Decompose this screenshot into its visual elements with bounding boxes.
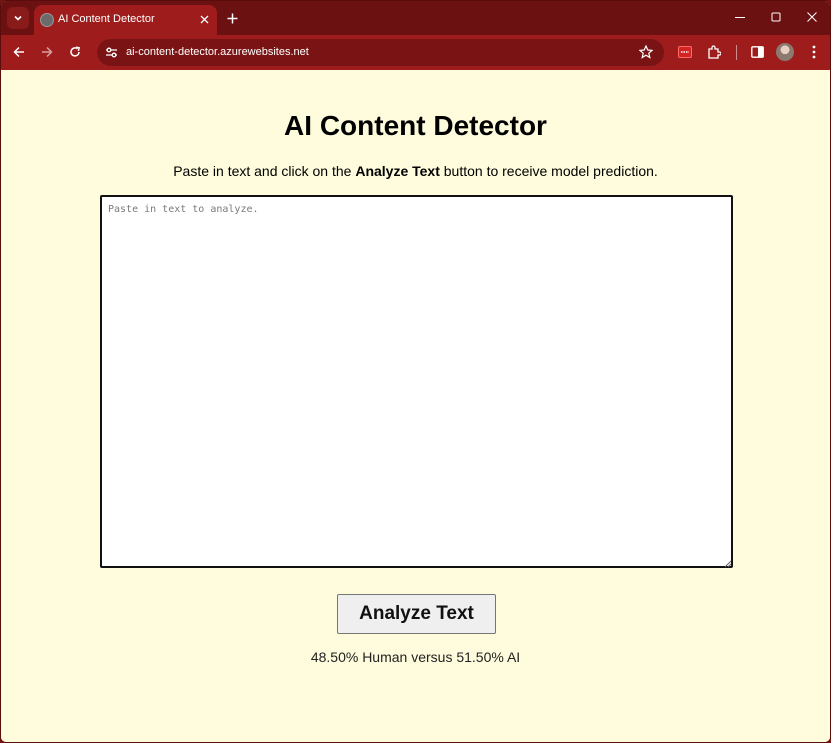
profile-avatar[interactable] <box>776 43 794 61</box>
minimize-button[interactable] <box>729 7 751 27</box>
extension-button[interactable] <box>674 41 696 63</box>
tab-strip: AI Content Detector <box>1 1 830 35</box>
prediction-result: 48.50% Human versus 51.50% AI <box>310 649 521 665</box>
toolbar-divider <box>736 45 737 60</box>
side-panel-icon <box>750 46 764 58</box>
page-title: AI Content Detector <box>284 110 547 141</box>
close-window-button[interactable] <box>801 7 823 27</box>
new-tab-button[interactable] <box>223 9 241 27</box>
side-panel-button[interactable] <box>746 41 768 63</box>
tab-search-button[interactable] <box>7 7 29 29</box>
globe-icon <box>40 13 54 27</box>
minimize-icon <box>735 17 745 18</box>
browser-menu-button[interactable] <box>803 41 825 63</box>
arrow-left-icon <box>13 46 24 58</box>
maximize-icon <box>771 12 781 22</box>
address-bar[interactable]: ai-content-detector.azurewebsites.net <box>97 39 664 66</box>
extension-icon <box>678 46 692 58</box>
page-content: AI Content Detector Paste in text and cl… <box>1 70 830 742</box>
reload-button[interactable] <box>64 41 86 63</box>
chevron-down-icon <box>14 15 22 21</box>
subtitle-text-before: Paste in text and click on the <box>173 163 356 179</box>
maximize-button[interactable] <box>765 7 787 27</box>
tab-close-button[interactable] <box>195 10 213 28</box>
close-icon <box>807 12 817 22</box>
back-button[interactable] <box>8 41 30 63</box>
bookmark-button[interactable] <box>638 44 654 64</box>
tab-active[interactable]: AI Content Detector <box>34 5 217 35</box>
plus-icon <box>227 13 237 23</box>
extensions-menu-button[interactable] <box>703 41 725 63</box>
url-text: ai-content-detector.azurewebsites.net <box>126 46 309 58</box>
tune-icon <box>106 47 117 58</box>
forward-button[interactable] <box>36 41 58 63</box>
arrow-right-icon <box>42 46 53 58</box>
tab-title: AI Content Detector <box>58 13 155 25</box>
site-info-button[interactable] <box>105 46 118 64</box>
star-icon <box>638 44 654 59</box>
kebab-menu-icon <box>812 45 816 59</box>
puzzle-icon <box>708 45 721 59</box>
subtitle-text-bold: Analyze Text <box>355 163 440 179</box>
page-subtitle: Paste in text and click on the Analyze T… <box>1 163 830 179</box>
analyze-text-button[interactable]: Analyze Text <box>337 594 496 634</box>
browser-toolbar: ai-content-detector.azurewebsites.net <box>1 35 830 70</box>
subtitle-text-after: button to receive model prediction. <box>439 163 658 179</box>
text-input[interactable] <box>100 195 733 568</box>
browser-window: AI Content Detector ai-content-detector.… <box>0 0 831 743</box>
reload-icon <box>70 46 81 57</box>
close-icon <box>200 15 208 23</box>
resize-grip-icon[interactable] <box>724 560 732 568</box>
